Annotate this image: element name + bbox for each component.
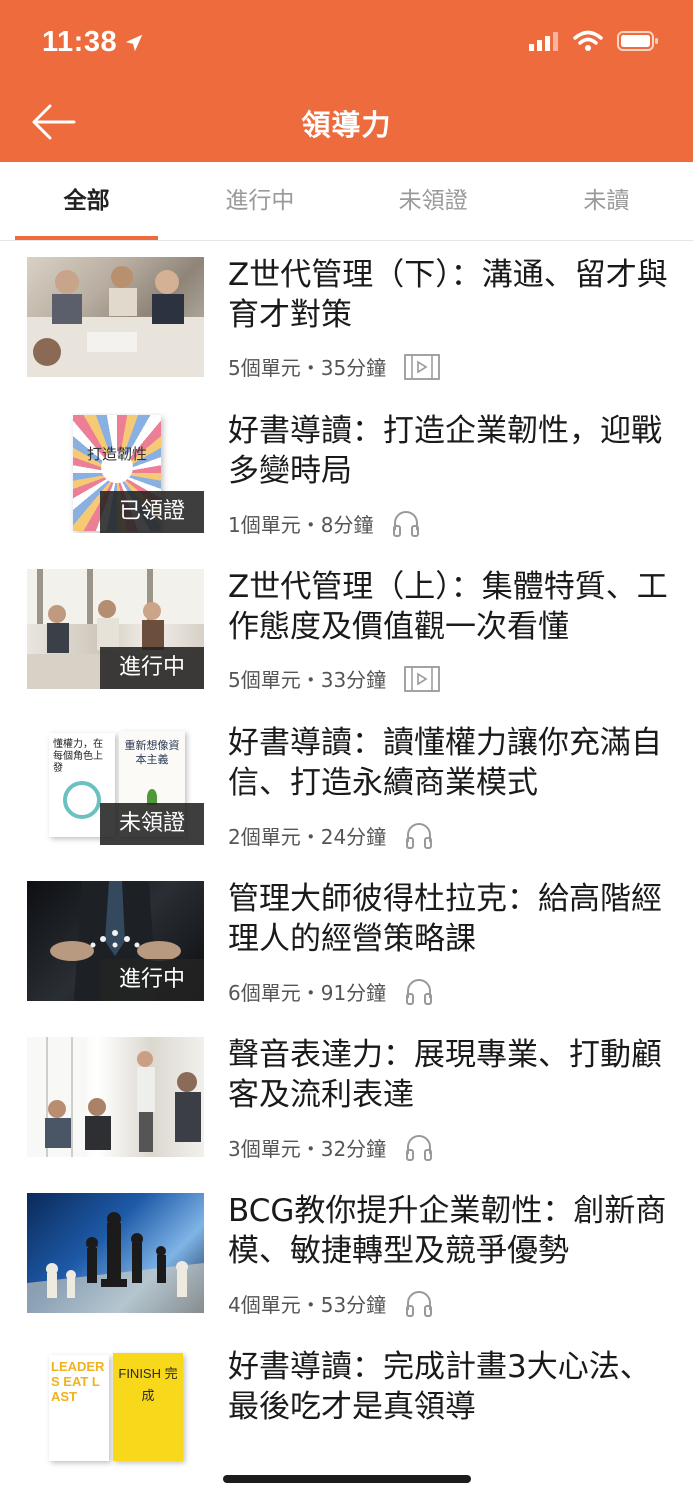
course-item[interactable]: Z世代管理（下）：溝通、留才與育才對策 5個單元・35分鐘	[0, 241, 693, 397]
course-duration: 3個單元・32分鐘	[228, 1136, 387, 1161]
chess-photo	[27, 1212, 204, 1313]
course-item[interactable]: 懂權力，在每個角色上發 重新想像資本主義 未領證 好書導讀：讀懂權力讓你充滿自信…	[0, 709, 693, 865]
meeting-photo	[27, 266, 204, 377]
course-item[interactable]: BCG教你提升企業韌性：創新商模、敏捷轉型及競爭優勢 4個單元・53分鐘	[0, 1177, 693, 1333]
course-title: 好書導讀：完成計畫3大心法、最後吃才是真領導	[228, 1349, 651, 1425]
course-item[interactable]: 進行中 管理大師彼得杜拉克：給高階經理人的經營策略課 6個單元・91分鐘	[0, 865, 693, 1021]
book-cover-title: 打造韌性	[86, 445, 147, 463]
headphones-icon	[404, 820, 434, 850]
course-meta: 5個單元・33分鐘	[228, 664, 441, 693]
status-badge: 進行中	[100, 647, 204, 689]
course-title: 好書導讀：打造企業韌性，迎戰多變時局	[228, 413, 662, 489]
course-thumbnail: LEADERS EAT LAST FINISH 完成	[27, 1349, 204, 1469]
home-indicator[interactable]	[223, 1475, 471, 1483]
status-indicators	[529, 30, 659, 52]
page-title: 領導力	[301, 108, 392, 142]
tab-in-progress[interactable]: 進行中	[173, 162, 346, 240]
book-cover-title: 懂權力，在每個角色上發	[53, 739, 103, 774]
tab-all[interactable]: 全部	[0, 162, 173, 240]
book-cover-title: LEADERS EAT LAST	[51, 1359, 105, 1404]
course-list: Z世代管理（下）：溝通、留才與育才對策 5個單元・35分鐘 打造韌性 已領證 好…	[0, 241, 693, 1489]
course-duration: 5個單元・33分鐘	[228, 668, 387, 692]
course-item[interactable]: LEADERS EAT LAST FINISH 完成 好書導讀：完成計畫3大心法…	[0, 1333, 693, 1489]
signal-icon	[529, 32, 558, 51]
course-duration: 5個單元・35分鐘	[228, 356, 387, 380]
course-thumbnail: 懂權力，在每個角色上發 重新想像資本主義 未領證	[27, 725, 204, 845]
headphones-icon	[391, 508, 421, 538]
course-thumbnail: 進行中	[27, 569, 204, 689]
battery-icon	[617, 31, 658, 51]
course-meta: 5個單元・35分鐘	[228, 352, 441, 381]
book-cover-right: FINISH 完成	[113, 1353, 183, 1461]
wifi-icon	[573, 30, 603, 51]
course-title: BCG教你提升企業韌性：創新商模、敏捷轉型及競爭優勢	[228, 1193, 667, 1269]
course-thumbnail	[27, 1037, 204, 1157]
course-title: Z世代管理（上）：集體特質、工作態度及價值觀一次看懂	[228, 569, 668, 645]
course-item[interactable]: 聲音表達力：展現專業、打動顧客及流利表達 3個單元・32分鐘	[0, 1021, 693, 1177]
headphones-icon	[404, 976, 434, 1006]
course-title: Z世代管理（下）：溝通、留才與育才對策	[228, 257, 668, 333]
tab-not-certified[interactable]: 未領證	[347, 162, 520, 240]
course-title: 聲音表達力：展現專業、打動顧客及流利表達	[228, 1037, 662, 1113]
status-badge: 進行中	[100, 959, 204, 1001]
course-meta: 6個單元・91分鐘	[228, 976, 434, 1006]
course-duration: 4個單元・53分鐘	[228, 1292, 387, 1317]
course-meta: 2個單元・24分鐘	[228, 820, 434, 850]
video-icon	[404, 353, 441, 380]
tab-unread[interactable]: 未讀	[520, 162, 693, 240]
status-time: 11:38	[42, 26, 145, 59]
course-item[interactable]: 進行中 Z世代管理（上）：集體特質、工作態度及價值觀一次看懂 5個單元・33分鐘	[0, 553, 693, 709]
app-header: 11:38 領導力	[0, 0, 693, 162]
course-duration: 1個單元・8分鐘	[228, 512, 374, 537]
course-thumbnail	[27, 1193, 204, 1313]
course-thumbnail	[27, 257, 204, 377]
headphones-icon	[404, 1288, 434, 1318]
book-cover-title: 重新想像資本主義	[124, 739, 180, 766]
headphones-icon	[404, 1132, 434, 1162]
course-meta: 1個單元・8分鐘	[228, 508, 421, 538]
course-duration: 2個單元・24分鐘	[228, 824, 387, 849]
filter-tabs: 全部 進行中 未領證 未讀	[0, 162, 693, 241]
course-item[interactable]: 打造韌性 已領證 好書導讀：打造企業韌性，迎戰多變時局 1個單元・8分鐘	[0, 397, 693, 553]
course-meta: 3個單元・32分鐘	[228, 1132, 434, 1162]
course-title: 好書導讀：讀懂權力讓你充滿自信、打造永續商業模式	[228, 725, 662, 801]
status-badge: 已領證	[100, 491, 204, 533]
course-meta: 4個單元・53分鐘	[228, 1288, 434, 1318]
book-cover-left: LEADERS EAT LAST	[49, 1355, 109, 1461]
course-thumbnail: 進行中	[27, 881, 204, 1001]
video-icon	[404, 665, 441, 692]
book-cover-title: FINISH 完成	[118, 1366, 178, 1403]
presentation-photo	[27, 1037, 201, 1157]
location-arrow-icon	[125, 34, 143, 51]
course-thumbnail: 打造韌性 已領證	[27, 413, 204, 533]
course-title: 管理大師彼得杜拉克：給高階經理人的經營策略課	[228, 881, 662, 957]
course-duration: 6個單元・91分鐘	[228, 980, 387, 1005]
status-badge: 未領證	[100, 803, 204, 845]
